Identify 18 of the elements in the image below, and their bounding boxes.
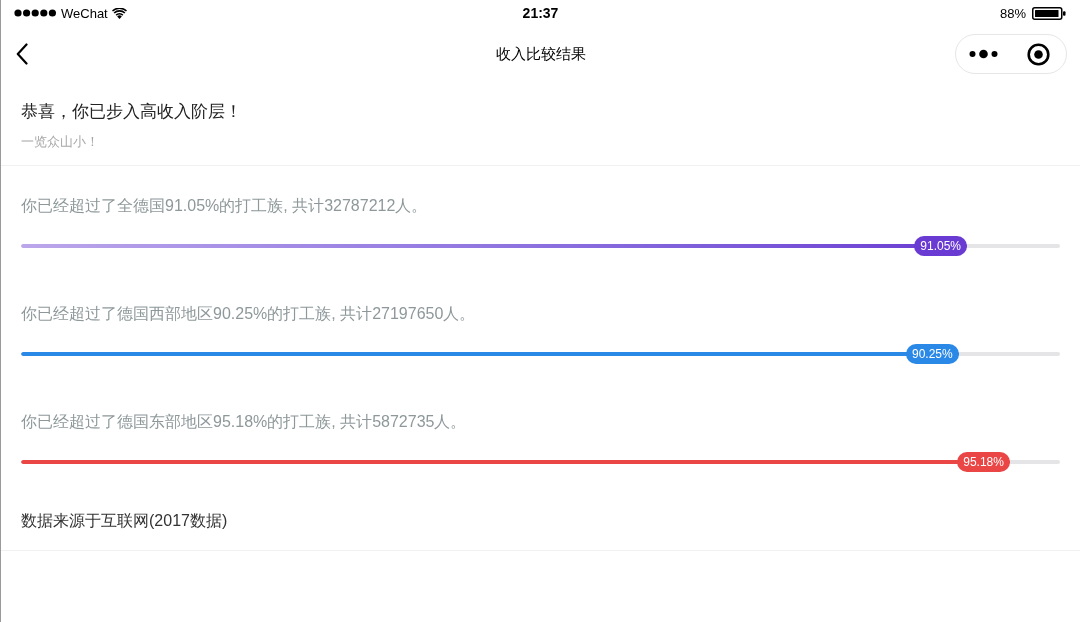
carrier-name: WeChat	[61, 6, 108, 20]
more-icon	[969, 49, 998, 59]
wifi-icon	[111, 7, 127, 19]
result-heading: 恭喜，你已步入高收入阶层！	[21, 101, 242, 123]
data-source-note: 数据来源于互联网(2017数据)	[21, 512, 228, 529]
comparison-text: 你已经超过了德国东部地区95.18%的打工族, 共计5872735人。	[21, 412, 468, 432]
percentage-badge: 91.05%	[914, 236, 967, 256]
battery-icon	[1032, 6, 1066, 20]
circle-dot-icon	[1027, 42, 1050, 66]
comparison-text: 你已经超过了德国西部地区90.25%的打工族, 共计27197650人。	[21, 304, 477, 324]
percentage-badge: 95.18%	[957, 452, 1010, 472]
signal-icon	[14, 9, 57, 17]
page-title: 收入比较结果	[495, 43, 586, 64]
back-icon	[16, 43, 28, 65]
comparison-text: 你已经超过了全德国91.05%的打工族, 共计32787212人。	[21, 196, 429, 216]
status-time: 21:37	[522, 6, 559, 20]
battery-percentage: 88%	[999, 6, 1026, 20]
percentage-badge: 90.25%	[906, 344, 959, 364]
